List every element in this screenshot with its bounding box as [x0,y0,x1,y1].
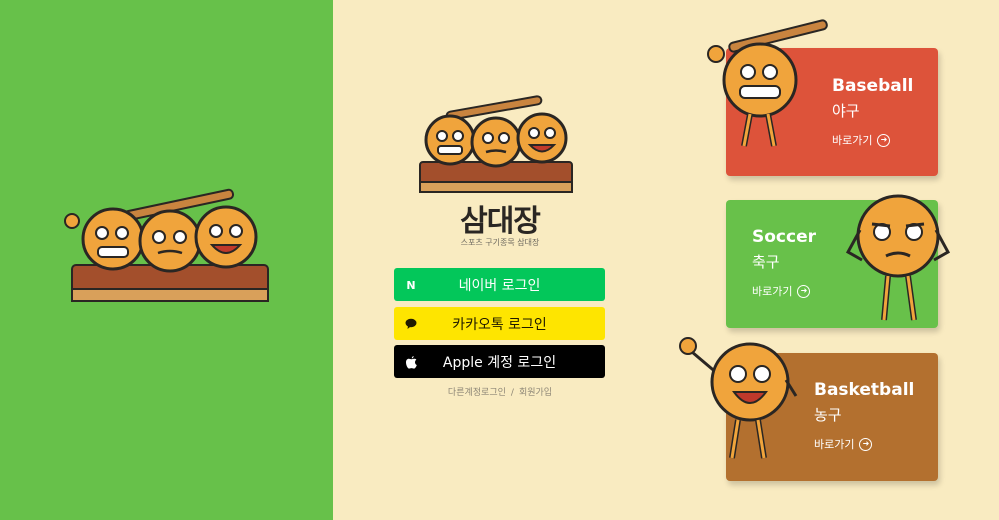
mascot-trio-logo-illustration [419,95,573,193]
card-subtitle-baseball: 야구 [832,102,860,120]
card-link-baseball[interactable]: 바로가기 ➜ [832,132,891,148]
naver-login-button[interactable]: N 네이버 로그인 [394,268,605,301]
naver-icon: N [406,278,416,292]
apple-login-button[interactable]: Apple 계정 로그인 [394,345,605,378]
link-separator: / [510,388,514,398]
kakao-speech-bubble-icon [404,317,418,331]
other-account-login-link[interactable]: 다른계정로그인 [448,388,506,398]
card-subtitle-basketball: 농구 [814,406,842,424]
arrow-circle-icon: ➜ [877,133,891,147]
apple-login-label: Apple 계정 로그인 [442,354,557,371]
card-link-label: 바로가기 [832,134,873,147]
brand-logo-text: 삼대장 [460,204,541,239]
kakao-login-label: 카카오톡 로그인 [452,316,547,333]
mascot-trio-illustration-large [64,188,269,302]
card-title-soccer: Soccer [752,227,816,247]
arrow-circle-icon: ➜ [797,284,811,298]
card-link-label: 바로가기 [752,285,793,298]
arrow-circle-icon: ➜ [859,437,873,451]
basketball-mascot-illustration [679,337,798,459]
signup-link[interactable]: 회원가입 [519,388,552,398]
card-link-basketball[interactable]: 바로가기 ➜ [814,436,873,452]
card-link-label: 바로가기 [814,438,855,451]
card-title-basketball: Basketball [814,380,915,400]
brand-tagline: 스포츠 구기종목 삼대장 [460,238,540,247]
soccer-mascot-illustration [845,194,951,321]
baseball-mascot-illustration [707,19,828,147]
card-link-soccer[interactable]: 바로가기 ➜ [752,283,811,299]
account-links: 다른계정로그인 / 회원가입 [420,385,580,398]
kakao-login-button[interactable]: 카카오톡 로그인 [394,307,605,340]
apple-icon [404,355,418,369]
card-subtitle-soccer: 축구 [752,253,780,271]
naver-login-label: 네이버 로그인 [458,277,541,294]
card-title-baseball: Baseball [832,76,914,96]
